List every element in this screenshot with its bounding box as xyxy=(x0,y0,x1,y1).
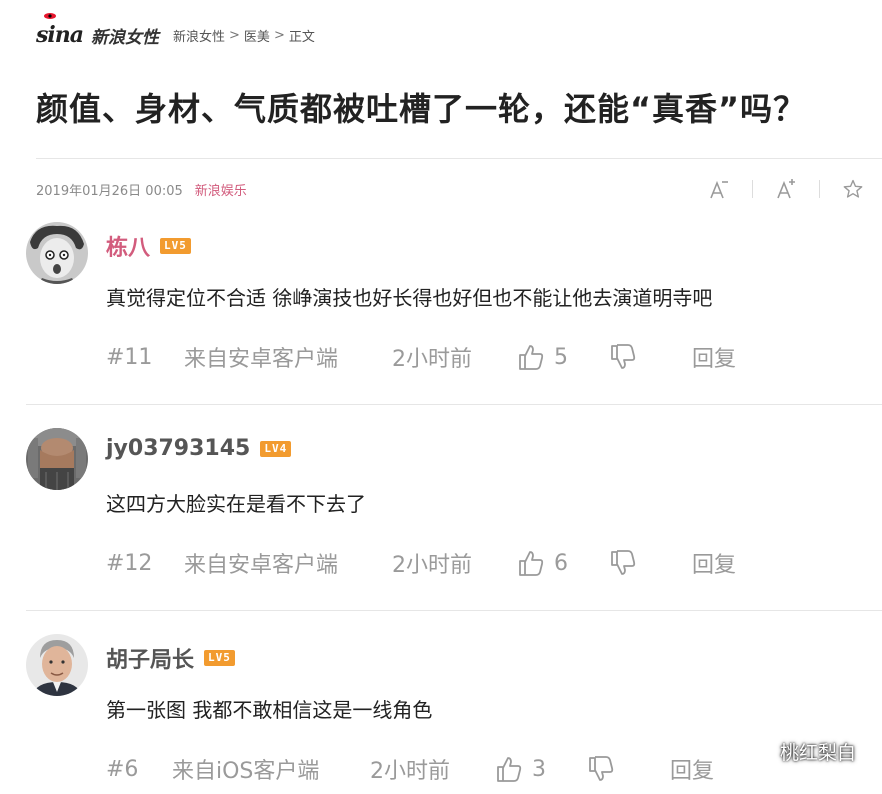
thumbs-up-icon xyxy=(519,551,544,576)
reply-button[interactable]: 回复 xyxy=(692,547,736,579)
avatar[interactable] xyxy=(26,428,88,490)
header-divider xyxy=(36,158,882,159)
wechat-icon xyxy=(744,740,772,762)
star-icon[interactable] xyxy=(838,174,868,204)
breadcrumb-home[interactable]: 新浪女性 xyxy=(173,26,225,45)
article-meta: 2019年01月26日 00:05 新浪娱乐 xyxy=(36,180,247,199)
username-row: 栋八 LV5 xyxy=(106,230,191,262)
breadcrumb: 新浪女性 > 医美 > 正文 xyxy=(173,26,315,45)
comment-time: 2小时前 xyxy=(370,759,450,784)
level-badge: LV5 xyxy=(204,650,235,666)
comment-time: 2小时前 xyxy=(392,553,472,578)
comment-divider xyxy=(26,610,882,611)
like-button[interactable]: 3 xyxy=(494,754,586,784)
font-increase-icon[interactable] xyxy=(771,174,801,204)
comment-actions: #6 来自iOS客户端 2小时前 3 回复 xyxy=(106,754,714,784)
wechat-watermark: 桃红梨白 xyxy=(744,738,856,765)
floor-number: #6 xyxy=(106,756,139,782)
level-badge: LV5 xyxy=(160,238,191,254)
site-name: 新浪女性 xyxy=(91,27,159,48)
top-bar: sina 新浪女性 新浪女性 > 医美 > 正文 xyxy=(36,13,315,52)
thumbs-down-icon xyxy=(611,344,636,369)
article-source[interactable]: 新浪娱乐 xyxy=(195,180,247,199)
thumbs-up-icon xyxy=(497,757,522,782)
username-row: jy03793145 LV4 xyxy=(106,436,292,461)
tool-divider xyxy=(752,180,753,198)
thumbs-down-icon xyxy=(589,756,614,781)
comment-actions: #11 来自安卓客户端 2小时前 5 回复 xyxy=(106,342,736,372)
breadcrumb-separator: > xyxy=(273,27,285,43)
like-count: 5 xyxy=(554,344,568,370)
reply-button[interactable]: 回复 xyxy=(670,753,714,785)
font-decrease-icon[interactable] xyxy=(704,174,734,204)
client-source: 来自安卓客户端 xyxy=(184,347,339,372)
like-button[interactable]: 5 xyxy=(516,342,608,372)
client-source: 来自安卓客户端 xyxy=(184,553,339,578)
breadcrumb-current: 正文 xyxy=(288,29,315,45)
avatar[interactable] xyxy=(26,634,88,696)
comment-text: 这四方大脸实在是看不下去了 xyxy=(106,492,366,516)
site-logo[interactable]: sina 新浪女性 xyxy=(36,13,159,48)
floor-number: #11 xyxy=(106,344,153,370)
client-source: 来自iOS客户端 xyxy=(172,759,320,784)
breadcrumb-separator: > xyxy=(229,27,240,43)
username[interactable]: 栋八 xyxy=(106,230,150,262)
sina-eye-icon xyxy=(44,13,56,19)
comment-text: 真觉得定位不合适 徐峥演技也好长得也好但也不能让他去演道明寺吧 xyxy=(106,286,713,310)
watermark-text: 桃红梨白 xyxy=(779,742,856,764)
dislike-button[interactable] xyxy=(586,754,670,784)
reply-button[interactable]: 回复 xyxy=(692,341,736,373)
breadcrumb-category[interactable]: 医美 xyxy=(244,26,270,45)
dislike-button[interactable] xyxy=(608,548,692,578)
floor-number: #12 xyxy=(106,550,153,576)
like-count: 6 xyxy=(554,550,568,576)
sina-logo-text: sina xyxy=(36,22,84,48)
like-button[interactable]: 6 xyxy=(516,548,608,578)
comment-time: 2小时前 xyxy=(392,347,472,372)
publish-date: 2019年01月26日 00:05 xyxy=(36,184,183,199)
comment-divider xyxy=(26,404,882,405)
dislike-button[interactable] xyxy=(608,342,692,372)
thumbs-up-icon xyxy=(519,345,544,370)
avatar[interactable] xyxy=(26,222,88,284)
username[interactable]: 胡子局长 xyxy=(106,642,194,674)
level-badge: LV4 xyxy=(260,440,292,457)
article-tools xyxy=(704,174,868,204)
article-title: 颜值、身材、气质都被吐槽了一轮，还能“真香”吗？ xyxy=(36,90,807,128)
comment-actions: #12 来自安卓客户端 2小时前 6 回复 xyxy=(106,548,736,578)
username[interactable]: jy03793145 xyxy=(106,436,250,461)
tool-divider xyxy=(819,180,820,198)
like-count: 3 xyxy=(532,756,546,782)
username-row: 胡子局长 LV5 xyxy=(106,642,235,674)
thumbs-down-icon xyxy=(611,550,636,575)
comment-text: 第一张图 我都不敢相信这是一线角色 xyxy=(106,698,433,722)
